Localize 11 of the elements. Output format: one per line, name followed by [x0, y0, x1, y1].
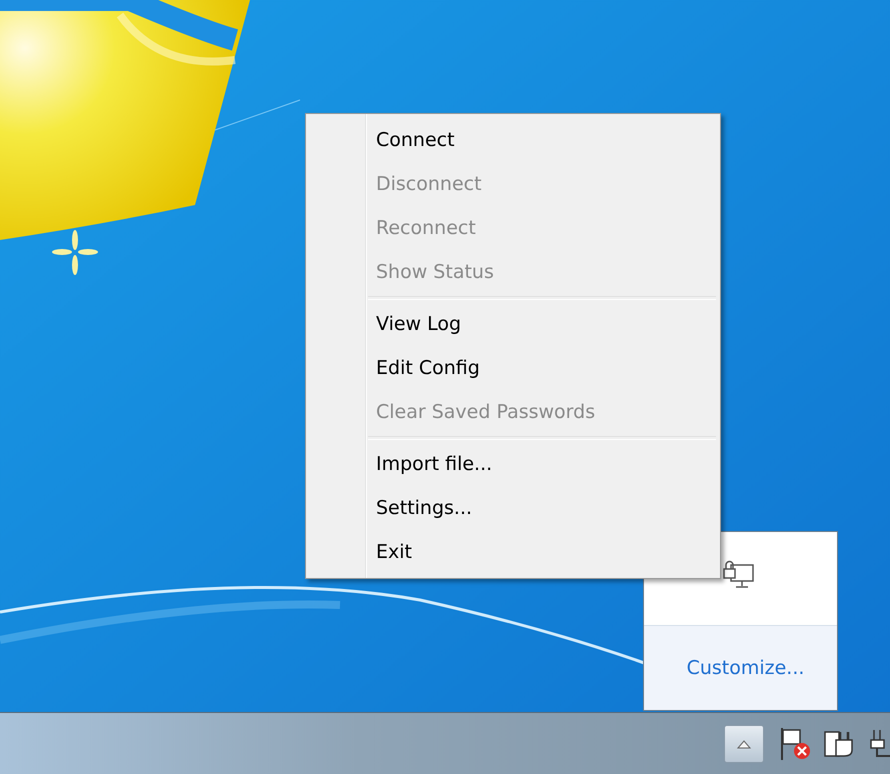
menu-item[interactable]: Import file... [308, 442, 718, 486]
customize-link[interactable]: Customize... [686, 657, 804, 679]
menu-item[interactable]: Settings... [308, 486, 718, 530]
menu-item[interactable]: View Log [308, 302, 718, 346]
monitor-lock-icon[interactable] [722, 560, 756, 590]
flag-error-icon[interactable] [778, 726, 812, 762]
menu-item[interactable]: Connect [308, 118, 718, 162]
menu-item[interactable]: Exit [308, 530, 718, 574]
menu-item[interactable]: Edit Config [308, 346, 718, 390]
caret-up-icon [736, 738, 752, 748]
show-hidden-icons-button[interactable] [724, 724, 764, 762]
